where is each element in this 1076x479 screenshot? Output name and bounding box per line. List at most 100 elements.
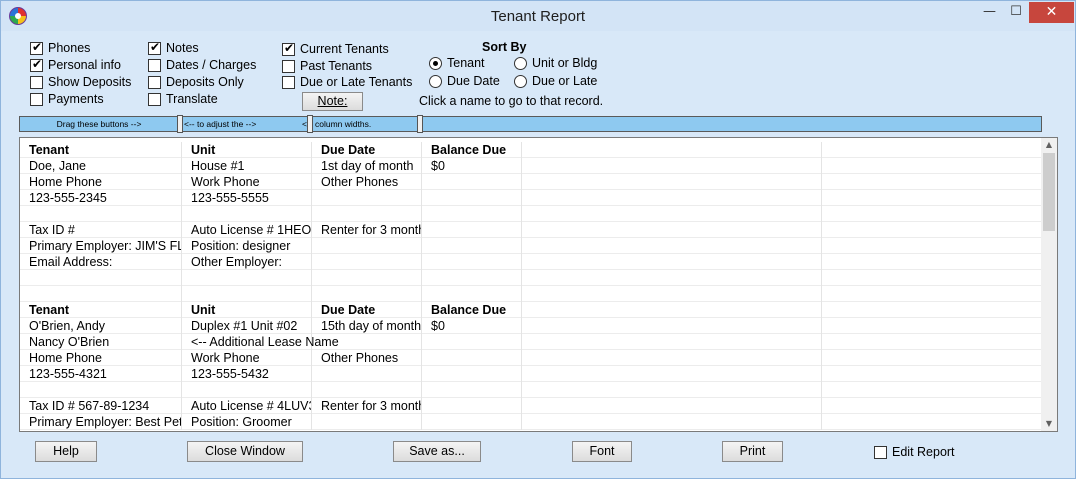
table-cell[interactable]: Tenant xyxy=(20,142,182,158)
table-cell xyxy=(522,142,822,158)
table-cell xyxy=(422,190,522,206)
edit-report-option[interactable]: Edit Report xyxy=(874,444,955,460)
column-handle-1[interactable] xyxy=(177,115,183,133)
scroll-thumb[interactable] xyxy=(1043,153,1055,231)
drag-hint-3: <-- column widths. xyxy=(302,119,372,129)
table-cell: Other Employer: xyxy=(182,254,312,270)
table-cell[interactable]: Primary Employer: JIM'S FLOWERS xyxy=(20,238,182,254)
translate-checkbox[interactable] xyxy=(148,92,161,106)
past-tenants-checkbox[interactable] xyxy=(282,59,295,73)
phones-checkbox[interactable] xyxy=(30,40,43,55)
personal-info-checkbox[interactable] xyxy=(30,57,43,72)
payments-label: Payments xyxy=(48,92,104,106)
note-button[interactable]: Note: xyxy=(302,92,363,111)
translate-option[interactable]: Translate xyxy=(148,91,218,107)
table-cell[interactable]: Tax ID # 567-89-1234 xyxy=(20,398,182,414)
phones-label: Phones xyxy=(48,41,91,55)
table-cell: Work Phone xyxy=(182,350,312,366)
edit-report-checkbox[interactable] xyxy=(874,445,887,459)
table-header-row[interactable]: Tenant Unit Due Date Balance Due xyxy=(20,302,1042,318)
table-cell: Other Phones xyxy=(312,174,422,190)
current-tenants-checkbox[interactable] xyxy=(282,41,295,56)
table-cell[interactable]: Home Phone xyxy=(20,174,182,190)
show-deposits-option[interactable]: Show Deposits xyxy=(30,74,131,90)
payments-option[interactable]: Payments xyxy=(30,91,104,107)
table-cell[interactable]: Nancy O'Brien xyxy=(20,334,182,350)
table-row[interactable]: Primary Employer: JIM'S FLOWERSPosition:… xyxy=(20,238,1042,254)
table-row[interactable] xyxy=(20,382,1042,398)
table-cell[interactable] xyxy=(20,382,182,398)
deposits-only-option[interactable]: Deposits Only xyxy=(148,74,244,90)
personal-info-option[interactable]: Personal info xyxy=(30,57,121,73)
font-button[interactable]: Font xyxy=(572,441,632,462)
table-cell[interactable] xyxy=(20,270,182,286)
sort-due-date-option[interactable]: Due Date xyxy=(429,73,500,89)
due-late-tenants-option[interactable]: Due or Late Tenants xyxy=(282,74,412,90)
table-cell[interactable]: Email Address: xyxy=(20,254,182,270)
table-cell[interactable]: 123-555-4321 xyxy=(20,366,182,382)
table-row[interactable]: Home Phone Work Phone Other Phones xyxy=(20,174,1042,190)
table-row[interactable]: 123-555-4321 123-555-5432 xyxy=(20,366,1042,382)
table-row[interactable] xyxy=(20,206,1042,222)
table-row[interactable]: Doe, Jane House #1 1st day of month $0 xyxy=(20,158,1042,174)
table-cell[interactable] xyxy=(20,206,182,222)
table-cell[interactable]: O'Brien, Andy xyxy=(20,318,182,334)
vertical-scrollbar[interactable]: ▲ ▼ xyxy=(1041,138,1057,431)
help-button[interactable]: Help xyxy=(35,441,97,462)
column-handle-2[interactable] xyxy=(307,115,313,133)
notes-option[interactable]: Notes xyxy=(148,40,199,56)
table-cell[interactable]: Primary Employer: Best Pet xyxy=(20,414,182,430)
table-cell[interactable]: Tenant xyxy=(20,302,182,318)
sort-due-late-option[interactable]: Due or Late xyxy=(514,73,597,89)
phones-option[interactable]: Phones xyxy=(30,40,90,56)
table-cell xyxy=(822,142,1042,158)
close-window-button[interactable]: Close Window xyxy=(187,441,303,462)
table-header-row[interactable]: Tenant Unit Due Date Balance Due xyxy=(20,142,1042,158)
minimize-button[interactable]: — xyxy=(976,2,1003,23)
table-row[interactable]: 123-555-2345 123-555-5555 xyxy=(20,190,1042,206)
drag-hint-1: Drag these buttons --> xyxy=(56,119,142,129)
table-cell xyxy=(422,414,522,430)
current-tenants-option[interactable]: Current Tenants xyxy=(282,41,389,57)
table-row[interactable]: Nancy O'Brien <-- Additional Lease Name xyxy=(20,334,1042,350)
table-cell[interactable] xyxy=(20,286,182,302)
save-as-button[interactable]: Save as... xyxy=(393,441,481,462)
table-cell: Auto License # 1HEO3 xyxy=(182,222,312,238)
table-row[interactable]: O'Brien, Andy Duplex #1 Unit #02 15th day … xyxy=(20,318,1042,334)
dates-charges-checkbox[interactable] xyxy=(148,58,161,72)
table-row[interactable]: Primary Employer: Best Pet Position: Groo… xyxy=(20,414,1042,430)
payments-checkbox[interactable] xyxy=(30,92,43,106)
sort-unit-radio[interactable] xyxy=(514,56,527,70)
maximize-button[interactable]: ☐ xyxy=(1003,2,1029,23)
due-late-tenants-checkbox[interactable] xyxy=(282,75,295,89)
sort-due-date-radio[interactable] xyxy=(429,74,442,88)
column-handle-3[interactable] xyxy=(417,115,423,133)
deposits-only-checkbox[interactable] xyxy=(148,75,161,89)
past-tenants-option[interactable]: Past Tenants xyxy=(282,58,372,74)
table-cell xyxy=(522,366,822,382)
table-cell xyxy=(822,398,1042,414)
notes-checkbox[interactable] xyxy=(148,40,161,55)
table-row[interactable]: Home Phone Work Phone Other Phones xyxy=(20,350,1042,366)
table-row[interactable]: Email Address: Other Employer: xyxy=(20,254,1042,270)
table-cell[interactable]: Tax ID # xyxy=(20,222,182,238)
show-deposits-checkbox[interactable] xyxy=(30,75,43,89)
table-row[interactable]: Tax ID # 567-89-1234 Auto License # 4LUV3… xyxy=(20,398,1042,414)
table-row[interactable] xyxy=(20,286,1042,302)
dates-charges-option[interactable]: Dates / Charges xyxy=(148,57,256,73)
table-cell[interactable]: Doe, Jane xyxy=(20,158,182,174)
table-row[interactable] xyxy=(20,270,1042,286)
sort-tenant-radio[interactable] xyxy=(429,56,442,70)
table-cell xyxy=(822,286,1042,302)
sort-unit-option[interactable]: Unit or Bldg xyxy=(514,55,597,71)
table-cell[interactable]: Home Phone xyxy=(20,350,182,366)
scroll-down-icon[interactable]: ▼ xyxy=(1041,417,1057,431)
table-row[interactable]: Tax ID # Auto License # 1HEO3 Renter for 3… xyxy=(20,222,1042,238)
scroll-up-icon[interactable]: ▲ xyxy=(1041,138,1057,152)
sort-due-date-label: Due Date xyxy=(447,74,500,88)
sort-tenant-option[interactable]: Tenant xyxy=(429,55,485,71)
sort-due-late-radio[interactable] xyxy=(514,74,527,88)
close-button[interactable]: ✕ xyxy=(1029,2,1074,23)
print-button[interactable]: Print xyxy=(722,441,783,462)
table-cell[interactable]: 123-555-2345 xyxy=(20,190,182,206)
